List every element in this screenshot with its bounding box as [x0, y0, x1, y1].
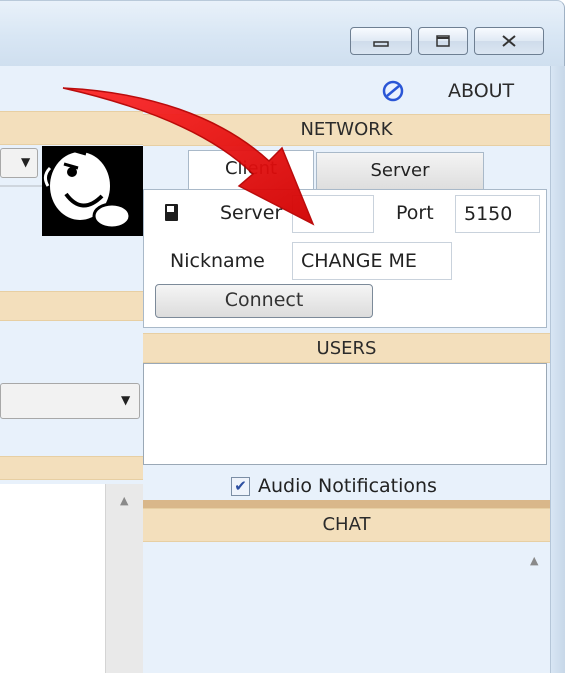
left-scrollbar[interactable]: ▲ [105, 484, 143, 673]
maximize-button[interactable] [418, 27, 468, 55]
about-button[interactable]: ABOUT [448, 77, 528, 105]
left-text-area[interactable] [0, 484, 105, 673]
connect-button[interactable]: Connect [155, 284, 373, 318]
close-button[interactable] [474, 27, 544, 55]
maximize-icon [436, 35, 450, 47]
globe-icon[interactable] [380, 79, 406, 103]
minimize-icon [373, 41, 389, 47]
port-label: Port [396, 202, 434, 224]
close-icon [502, 35, 516, 47]
port-field[interactable]: 5150 [455, 195, 540, 233]
left-dropdown-top[interactable]: ▼ [0, 148, 38, 178]
splitter[interactable] [143, 500, 550, 508]
annotation-arrow-icon [62, 87, 315, 226]
tab-server[interactable]: Server [316, 152, 484, 189]
chat-area[interactable]: ▲ [143, 542, 550, 673]
minimize-button[interactable] [350, 27, 412, 55]
left-dropdown-bottom[interactable]: ▼ [0, 383, 140, 419]
users-header: USERS [143, 333, 550, 363]
left-header-2 [0, 291, 143, 321]
chevron-down-icon: ▼ [21, 155, 31, 169]
scroll-up-icon[interactable]: ▲ [120, 494, 128, 507]
checkbox-checked-icon[interactable]: ✔ [231, 476, 250, 496]
audio-notifications-label: Audio Notifications [258, 475, 437, 497]
window-frame-right [550, 66, 565, 673]
chat-header: CHAT [143, 508, 550, 542]
users-list[interactable] [143, 363, 547, 465]
chevron-down-icon: ▼ [121, 393, 131, 407]
scroll-up-icon[interactable]: ▲ [530, 554, 538, 567]
left-header-3 [0, 456, 143, 480]
audio-notifications-toggle[interactable]: ✔ Audio Notifications [231, 474, 551, 498]
left-divider [0, 185, 42, 187]
